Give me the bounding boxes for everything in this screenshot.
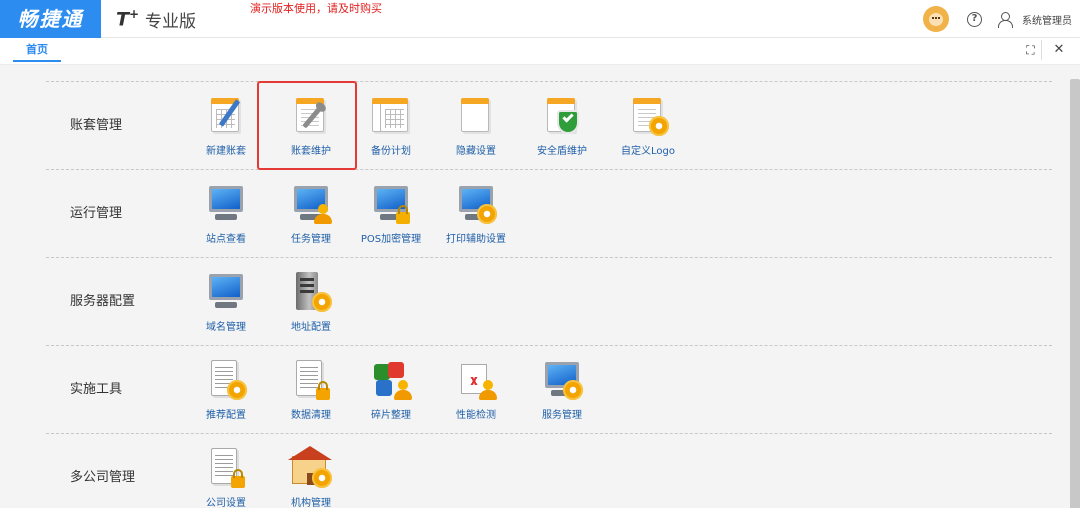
item-domain-management[interactable]: 域名管理 — [186, 270, 266, 340]
item-label: 站点查看 — [206, 234, 246, 245]
item-label: 域名管理 — [206, 322, 246, 333]
security-shield-icon — [539, 94, 585, 138]
section-title: 多公司管理 — [70, 470, 136, 485]
item-label: 任务管理 — [291, 234, 331, 245]
section-multi-company: 多公司管理 公司设置 机构管理 — [46, 433, 1052, 508]
item-organization-management[interactable]: 机构管理 — [271, 446, 351, 508]
tab-bar: 首页 ⛶ ✕ — [0, 38, 1080, 64]
item-backup-plan[interactable]: 备份计划 — [351, 94, 431, 164]
custom-logo-icon — [625, 94, 672, 139]
address-config-icon — [288, 270, 335, 315]
section-account-set: 账套管理 新建账套 账套维护 备份计划 隐藏设置 安全盾维护 自定义Logo — [46, 81, 1052, 169]
item-recommended-config[interactable]: 推荐配置 — [186, 358, 266, 428]
section-implementation-tools: 实施工具 推荐配置 数据清理 碎片整理 性能检测 服务管理 — [46, 345, 1052, 433]
section-server-config: 服务器配置 域名管理 地址配置 — [46, 257, 1052, 345]
data-cleanup-icon — [288, 358, 334, 402]
item-label: 公司设置 — [206, 498, 246, 508]
tab-actions: ⛶ ✕ — [1020, 40, 1070, 60]
demo-version-notice: 演示版本使用，请及时购买 — [250, 2, 382, 15]
item-print-assist-settings[interactable]: 打印辅助设置 — [436, 182, 516, 252]
hidden-settings-icon — [453, 94, 499, 138]
user-name[interactable]: 系统管理员 — [1022, 12, 1072, 27]
item-label: 机构管理 — [291, 498, 331, 508]
defragment-icon — [368, 358, 414, 402]
monkey-avatar-icon[interactable] — [923, 6, 949, 32]
main-panel: 账套管理 新建账套 账套维护 备份计划 隐藏设置 安全盾维护 自定义Logo 运… — [0, 64, 1080, 508]
close-icon[interactable]: ✕ — [1048, 40, 1070, 60]
section-runtime: 运行管理 站点查看 任务管理 POS加密管理 打印辅助设置 — [46, 169, 1052, 257]
item-hidden-settings[interactable]: 隐藏设置 — [436, 94, 516, 164]
item-task-management[interactable]: 任务管理 — [271, 182, 351, 252]
help-icon[interactable]: ? — [967, 11, 982, 27]
item-label: 地址配置 — [291, 322, 331, 333]
item-site-view[interactable]: 站点查看 — [186, 182, 266, 252]
new-account-set-icon — [203, 94, 249, 138]
item-custom-logo[interactable]: 自定义Logo — [608, 94, 688, 164]
item-new-account-set[interactable]: 新建账套 — [186, 94, 266, 164]
item-label: 隐藏设置 — [456, 146, 496, 157]
service-management-icon — [539, 358, 586, 403]
item-label: 新建账套 — [206, 146, 246, 157]
task-management-icon — [288, 182, 334, 226]
highlight-box — [257, 81, 357, 170]
top-header: 畅捷通 T+ 专业版 演示版本使用，请及时购买 ? 系统管理员 — [0, 0, 1080, 38]
backup-plan-icon — [368, 94, 414, 138]
domain-management-icon — [203, 270, 249, 314]
site-view-icon — [203, 182, 249, 226]
item-label: 安全盾维护 — [537, 146, 587, 157]
section-title: 实施工具 — [70, 382, 123, 397]
company-settings-icon — [203, 446, 249, 490]
item-label: 性能检测 — [456, 410, 496, 421]
item-defragment[interactable]: 碎片整理 — [351, 358, 431, 428]
product-name: 专业版 — [145, 11, 197, 32]
item-performance-check[interactable]: 性能检测 — [436, 358, 516, 428]
section-title: 服务器配置 — [70, 294, 136, 309]
item-label: 推荐配置 — [206, 410, 246, 421]
item-service-management[interactable]: 服务管理 — [522, 358, 602, 428]
vertical-scrollbar[interactable] — [1070, 79, 1080, 508]
organization-management-icon — [288, 446, 335, 491]
item-data-cleanup[interactable]: 数据清理 — [271, 358, 351, 428]
item-label: POS加密管理 — [360, 234, 422, 245]
item-label: 数据清理 — [291, 410, 331, 421]
item-address-config[interactable]: 地址配置 — [271, 270, 351, 340]
fullscreen-icon[interactable]: ⛶ — [1020, 40, 1042, 60]
item-company-settings[interactable]: 公司设置 — [186, 446, 266, 508]
user-icon[interactable] — [998, 12, 1013, 28]
item-pos-encryption[interactable]: POS加密管理 — [351, 182, 431, 252]
product-mark: T+ — [116, 7, 140, 31]
tab-home[interactable]: 首页 — [13, 42, 61, 62]
brand-logo: 畅捷通 — [0, 0, 101, 38]
item-label: 服务管理 — [542, 410, 582, 421]
item-label: 碎片整理 — [371, 410, 411, 421]
section-title: 运行管理 — [70, 206, 123, 221]
performance-check-icon — [453, 358, 499, 402]
item-label: 备份计划 — [371, 146, 411, 157]
header-right-tools: ? 系统管理员 — [923, 0, 1072, 38]
product-title: T+ 专业版 — [116, 6, 196, 32]
pos-encryption-icon — [368, 182, 414, 226]
recommended-config-icon — [203, 358, 250, 403]
section-title: 账套管理 — [70, 118, 123, 133]
item-label: 自定义Logo — [621, 146, 675, 157]
item-security-shield[interactable]: 安全盾维护 — [522, 94, 602, 164]
item-label: 打印辅助设置 — [446, 234, 506, 245]
print-assist-settings-icon — [453, 182, 500, 227]
